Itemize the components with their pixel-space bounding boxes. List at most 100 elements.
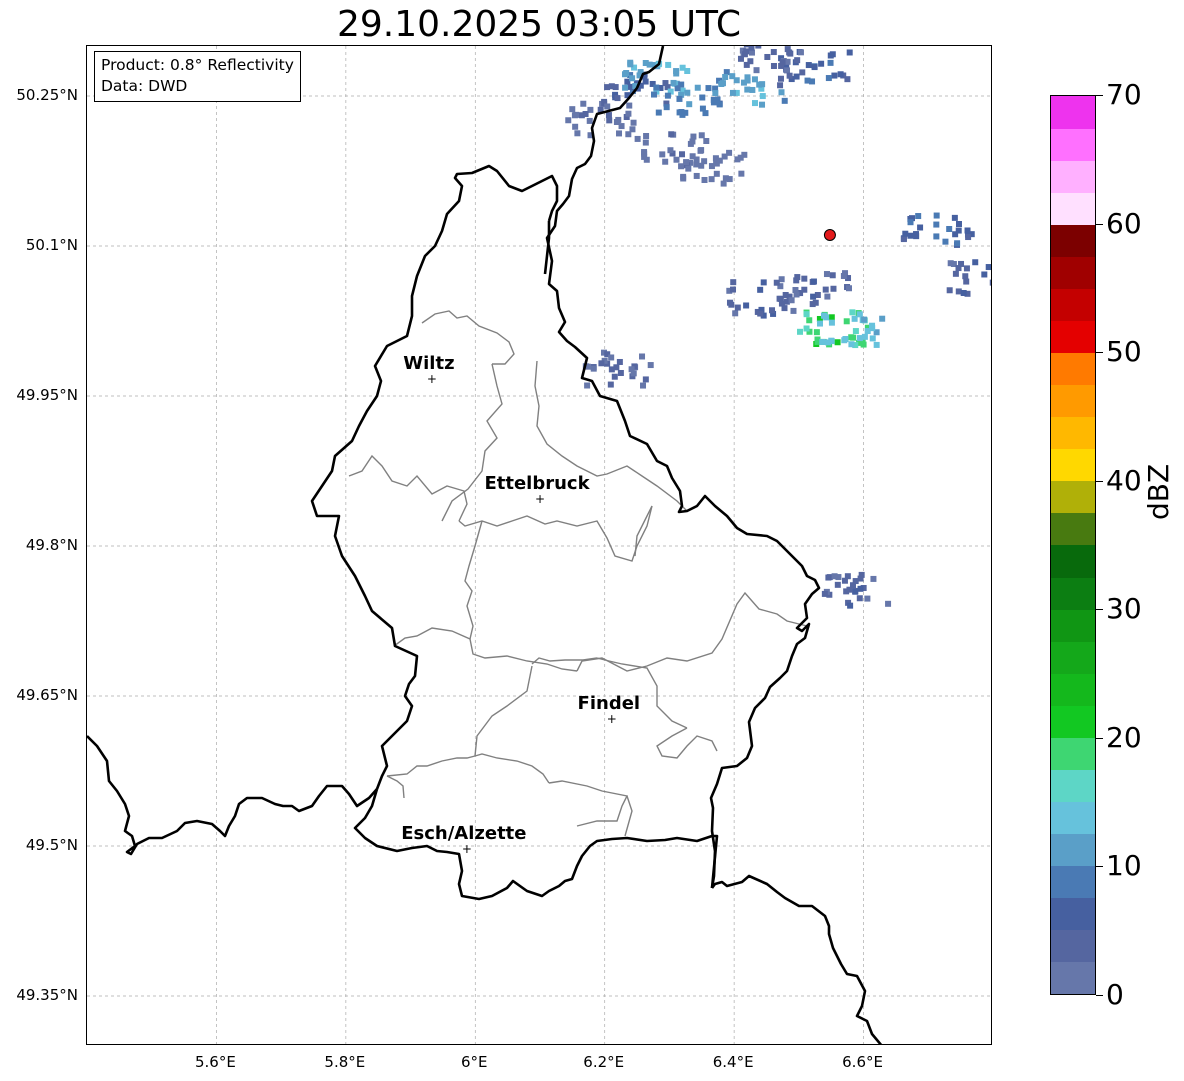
- echo-pixel: [849, 309, 856, 316]
- colorbar-tick-label: 50: [1106, 335, 1142, 369]
- place-marker: +: [427, 372, 437, 386]
- colorbar-tick-label: 20: [1106, 720, 1142, 754]
- echo-pixel: [777, 82, 784, 89]
- echo-pixel: [662, 158, 669, 165]
- echo-pixel: [701, 176, 708, 183]
- echo-pixel: [679, 151, 686, 158]
- echo-pixel: [732, 310, 739, 317]
- echo-pixel: [693, 156, 700, 163]
- product-info-box: Product: 0.8° Reflectivity Data: DWD: [94, 51, 301, 102]
- echo-pixel: [989, 279, 991, 286]
- echo-pixel: [856, 311, 863, 318]
- echo-pixel: [710, 99, 717, 106]
- echo-pixel: [606, 117, 613, 124]
- echo-pixel: [629, 126, 636, 133]
- colorbar-tick-label: 0: [1106, 978, 1124, 1011]
- echo-pixel: [674, 85, 681, 92]
- echo-pixel: [852, 588, 859, 595]
- echo-pixel: [751, 100, 758, 107]
- colorbar-segment: [1051, 160, 1095, 193]
- echo-pixel: [586, 117, 593, 124]
- echo-pixel: [779, 59, 786, 66]
- colorbar-segment: [1051, 128, 1095, 161]
- colorbar-segment: [1051, 320, 1095, 354]
- colorbar-segment: [1051, 929, 1095, 963]
- echo-pixel: [869, 325, 876, 332]
- echo-pixel: [963, 278, 970, 285]
- echo-pixel: [965, 234, 972, 241]
- echo-pixel: [951, 214, 958, 221]
- echo-pixel: [699, 94, 706, 101]
- echo-pixel: [698, 162, 705, 169]
- echo-pixel: [604, 103, 611, 110]
- echo-pixel: [946, 287, 953, 294]
- lat-tick-label: 49.95°N: [16, 386, 78, 404]
- echo-pixel: [790, 307, 797, 314]
- echo-pixel: [856, 595, 863, 602]
- echo-pixel: [846, 49, 853, 56]
- echo-pixel: [614, 95, 621, 102]
- echo-pixel: [690, 133, 697, 140]
- echo-pixel: [613, 364, 620, 371]
- echo-pixel: [643, 156, 650, 163]
- echo-pixel: [873, 341, 880, 348]
- echo-pixel: [797, 49, 804, 56]
- places: Wiltz+Ettelbruck+Findel+Esch/Alzette+: [401, 353, 640, 856]
- echo-pixel: [841, 577, 848, 584]
- echo-pixel: [659, 151, 666, 158]
- echo-pixel: [730, 279, 737, 286]
- colorbar-tick: [1096, 95, 1103, 96]
- echo-pixel: [820, 312, 827, 319]
- echo-pixel: [759, 101, 766, 108]
- echo-pixel: [801, 286, 808, 293]
- canton-boundaries: [348, 310, 808, 837]
- echo-pixel: [744, 86, 751, 93]
- echo-pixel: [629, 75, 636, 82]
- echo-pixel: [716, 157, 723, 164]
- echo-pixel: [845, 285, 852, 292]
- radar-echoes: [565, 46, 991, 609]
- echo-pixel: [869, 335, 876, 342]
- map-canvas: Wiltz+Ettelbruck+Findel+Esch/Alzette+: [87, 46, 991, 1044]
- echo-pixel: [788, 297, 795, 304]
- echo-pixel: [647, 362, 654, 369]
- echo-pixel: [963, 265, 970, 272]
- place-label: Findel: [578, 693, 641, 714]
- echo-pixel: [743, 46, 750, 48]
- echo-pixel: [664, 92, 671, 99]
- echo-pixel: [786, 72, 793, 79]
- echo-pixel: [985, 264, 991, 271]
- colorbar-segment: [1051, 865, 1095, 899]
- echo-pixel: [685, 165, 692, 172]
- echo-pixel: [811, 64, 818, 71]
- echo-pixel: [952, 231, 959, 238]
- echo-pixel: [812, 299, 819, 306]
- colorbar-segment: [1051, 480, 1095, 514]
- echo-pixel: [828, 319, 835, 326]
- echo-pixel: [818, 60, 825, 67]
- echo-pixel: [803, 325, 810, 332]
- echo-pixel: [770, 49, 777, 56]
- echo-pixel: [955, 220, 962, 227]
- echo-pixel: [605, 112, 612, 119]
- echo-pixel: [793, 73, 800, 80]
- echo-pixel: [819, 338, 826, 345]
- echo-pixel: [773, 279, 780, 286]
- echo-pixel: [831, 573, 838, 580]
- echo-pixel: [673, 70, 680, 77]
- map-area[interactable]: Wiltz + Ettelbruck + Findel + Esch/Alzette +: [86, 45, 992, 1045]
- echo-pixel: [848, 341, 855, 348]
- echo-pixel: [694, 84, 701, 91]
- echo-pixel: [828, 338, 835, 345]
- echo-pixel: [679, 64, 686, 71]
- lat-tick-label: 49.35°N: [16, 986, 78, 1004]
- echo-pixel: [794, 57, 801, 64]
- colorbar: [1050, 95, 1096, 995]
- echo-pixel: [831, 72, 838, 79]
- colorbar-tick: [1096, 609, 1103, 611]
- lat-tick-label: 49.5°N: [25, 836, 78, 854]
- echo-pixel: [634, 135, 641, 142]
- echo-pixel: [827, 59, 834, 66]
- echo-pixel: [799, 69, 806, 76]
- echo-pixel: [642, 376, 649, 383]
